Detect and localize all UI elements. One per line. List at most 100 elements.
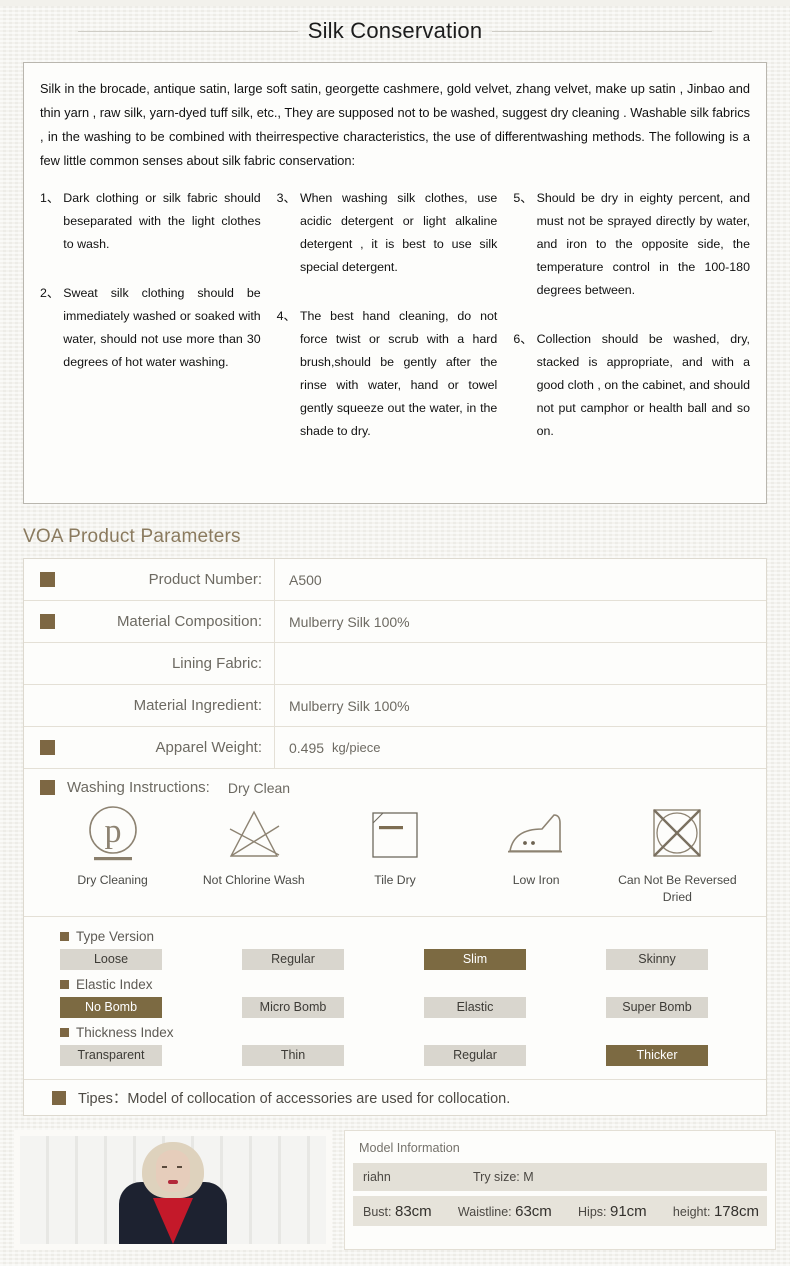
- conservation-columns: 1、 Dark clothing or silk fabric should b…: [40, 187, 750, 469]
- param-label: Lining Fabric:: [171, 655, 262, 672]
- conservation-column-3: 5、 Should be dry in eighty percent, and …: [513, 187, 750, 469]
- washing-header: Washing Instructions: Dry Clean: [24, 779, 766, 796]
- care-symbol-caption: Not Chlorine Wash: [202, 873, 305, 887]
- list-item-text: The best hand cleaning, do not force twi…: [299, 309, 498, 438]
- measurement-label: Waistline:: [457, 1204, 512, 1219]
- parameters-heading: VOA Product Parameters: [23, 526, 241, 547]
- care-symbol-caption: Can Not Be Reversed Dried: [618, 873, 737, 904]
- list-item-text: Dark clothing or silk fabric should bese…: [63, 191, 261, 251]
- list-item: 2、 Sweat silk clothing should be immedia…: [40, 282, 261, 374]
- chip-elastic[interactable]: Elastic: [424, 997, 526, 1018]
- conservation-column-1: 1、 Dark clothing or silk fabric should b…: [40, 187, 277, 469]
- chip-regular[interactable]: Regular: [242, 949, 344, 970]
- list-item-text: Collection should be washed, dry, stacke…: [536, 332, 750, 438]
- chip-row-elastic-index: No Bomb Micro Bomb Elastic Super Bomb: [24, 997, 766, 1018]
- tipes-row: Tipes：Model of collocation of accessorie…: [23, 1080, 767, 1116]
- list-item-number: 4、: [276, 309, 296, 323]
- marker-square-icon: [52, 1090, 66, 1105]
- care-symbol-caption: Low Iron: [512, 873, 560, 887]
- page-title: Silk Conservation: [307, 18, 483, 43]
- chip-skinny[interactable]: Skinny: [606, 949, 708, 970]
- model-information-panel: Model Information riahn Try size: M Bust…: [344, 1130, 776, 1250]
- measurement-height: height: 178cm: [673, 1203, 759, 1220]
- title-rule-left: [77, 30, 298, 32]
- chip-no-bomb[interactable]: No Bomb: [60, 997, 162, 1018]
- list-item-text: Should be dry in eighty percent, and mus…: [536, 191, 750, 297]
- table-row: Product Number: A500: [24, 559, 766, 601]
- index-label-text: Elastic Index: [76, 976, 153, 992]
- care-symbol-low-iron: Low Iron: [469, 802, 604, 889]
- index-group-label: Type Version: [24, 925, 766, 947]
- bullet-square-icon: [60, 1027, 69, 1037]
- marker-square-icon: [40, 740, 55, 755]
- index-group-label: Elastic Index: [24, 973, 766, 995]
- measurement-value: 63cm: [515, 1202, 552, 1220]
- chip-micro-bomb[interactable]: Micro Bomb: [242, 997, 344, 1018]
- washing-instructions-section: Washing Instructions: Dry Clean p Dry Cl…: [24, 769, 766, 917]
- list-item: 3、 When washing silk clothes, use acidic…: [277, 187, 498, 279]
- list-item: 6、 Collection should be washed, dry, sta…: [513, 328, 750, 443]
- measurement-value: 178cm: [713, 1202, 759, 1220]
- param-label: Material Composition:: [116, 613, 262, 630]
- title-rule-right: [492, 30, 713, 32]
- care-symbol-no-tumble-dry: Can Not Be Reversed Dried: [610, 802, 745, 906]
- chip-regular-thickness[interactable]: Regular: [424, 1045, 526, 1066]
- param-key-cell: Material Ingredient:: [24, 685, 274, 726]
- chip-transparent[interactable]: Transparent: [60, 1045, 162, 1066]
- param-label: Material Ingredient:: [133, 697, 262, 714]
- measurement-waistline: Waistline: 63cm: [458, 1203, 552, 1220]
- conservation-column-2: 3、 When washing silk clothes, use acidic…: [277, 187, 514, 469]
- bullet-square-icon: [60, 931, 69, 941]
- model-section: Model Information riahn Try size: M Bust…: [14, 1130, 776, 1250]
- model-information-title: Model Information: [359, 1141, 460, 1155]
- model-eye-left: [162, 1166, 167, 1168]
- param-value: A500: [274, 559, 766, 600]
- param-key-cell: Lining Fabric:: [24, 643, 274, 684]
- list-item: 5、 Should be dry in eighty percent, and …: [513, 187, 750, 302]
- tipes-text: Tipes：Model of collocation of accessorie…: [78, 1091, 511, 1107]
- care-symbol-caption: Dry Cleaning: [77, 873, 148, 887]
- measurement-bust: Bust: 83cm: [363, 1203, 432, 1220]
- marker-square-icon: [40, 572, 55, 587]
- list-item: 4、 The best hand cleaning, do not force …: [277, 305, 498, 443]
- apparel-weight-unit: kg/piece: [332, 740, 381, 755]
- model-try-size: Try size: M: [473, 1170, 534, 1184]
- model-name-row: riahn Try size: M: [353, 1163, 767, 1191]
- index-group-elastic-index: Elastic Index No Bomb Micro Bomb Elastic…: [24, 973, 766, 1018]
- measurement-label: Bust:: [363, 1204, 392, 1219]
- care-symbol-no-chlorine: Not Chlorine Wash: [186, 802, 321, 889]
- list-item-text: Sweat silk clothing should be immediatel…: [63, 286, 261, 369]
- apparel-weight-number: 0.495: [289, 739, 325, 756]
- chip-loose[interactable]: Loose: [60, 949, 162, 970]
- list-item-number: 5、: [513, 191, 533, 205]
- product-detail-page: Silk Conservation Silk in the brocade, a…: [0, 6, 790, 1266]
- svg-text:p: p: [104, 813, 121, 850]
- list-item-number: 6、: [513, 332, 533, 346]
- chip-row-thickness-index: Transparent Thin Regular Thicker: [24, 1045, 766, 1066]
- dry-cleaning-icon: p: [45, 802, 180, 868]
- model-photo: [14, 1130, 332, 1250]
- page-header: Silk Conservation: [0, 6, 790, 56]
- table-row: Lining Fabric:: [24, 643, 766, 685]
- param-label: Apparel Weight:: [155, 739, 262, 756]
- no-tumble-dry-icon: [610, 802, 745, 868]
- chip-super-bomb[interactable]: Super Bomb: [606, 997, 708, 1018]
- param-value: 0.495 kg/piece: [274, 727, 766, 768]
- model-name: riahn: [363, 1170, 391, 1184]
- index-group-label: Thickness Index: [24, 1021, 766, 1043]
- table-row: Apparel Weight: 0.495 kg/piece: [24, 727, 766, 769]
- care-symbol-caption: Tile Dry: [374, 873, 416, 887]
- chip-slim[interactable]: Slim: [424, 949, 526, 970]
- chip-thin[interactable]: Thin: [242, 1045, 344, 1066]
- list-item-number: 1、: [40, 191, 60, 205]
- param-value: [274, 643, 766, 684]
- list-item-number: 3、: [276, 191, 296, 205]
- param-key-cell: Product Number:: [24, 559, 274, 600]
- index-group-type-version: Type Version Loose Regular Slim Skinny: [24, 925, 766, 970]
- marker-square-icon: [40, 614, 55, 629]
- table-row: Material Composition: Mulberry Silk 100%: [24, 601, 766, 643]
- care-symbols-row: p Dry Cleaning Not Chlorine Wash Tile Dr…: [24, 798, 766, 908]
- bullet-square-icon: [60, 979, 69, 989]
- chip-thicker[interactable]: Thicker: [606, 1045, 708, 1066]
- no-chlorine-icon: [186, 802, 321, 868]
